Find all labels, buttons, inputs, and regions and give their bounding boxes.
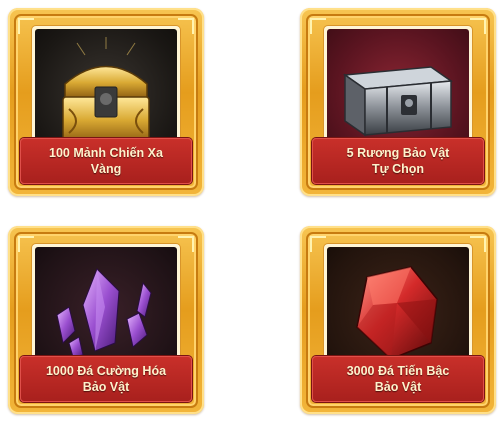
reward-label-banner: 5 Rương Bảo Vật Tự Chọn (312, 138, 484, 184)
reward-label-banner: 3000 Đá Tiến Bậc Bảo Vật (312, 356, 484, 402)
reward-label: 100 Mảnh Chiến Xa Vàng (49, 146, 163, 176)
reward-card-enhance-stones[interactable]: 1000 Đá Cường Hóa Bảo Vật (8, 226, 204, 414)
reward-card-upgrade-stones[interactable]: 3000 Đá Tiến Bậc Bảo Vật (300, 226, 496, 414)
reward-label-banner: 100 Mảnh Chiến Xa Vàng (20, 138, 192, 184)
reward-grid: 100 Mảnh Chiến Xa Vàng 5 Rương Bảo Vật T… (0, 0, 500, 422)
reward-label: 1000 Đá Cường Hóa Bảo Vật (45, 364, 167, 394)
corner-ornament (470, 236, 486, 252)
reward-label: 5 Rương Bảo Vật Tự Chọn (346, 146, 450, 176)
reward-card-gold-chariot-shards[interactable]: 100 Mảnh Chiến Xa Vàng (8, 8, 204, 196)
corner-ornament (178, 236, 194, 252)
corner-ornament (470, 18, 486, 34)
reward-label-banner: 1000 Đá Cường Hóa Bảo Vật (20, 356, 192, 402)
reward-card-treasure-chest-select[interactable]: 5 Rương Bảo Vật Tự Chọn (300, 8, 496, 196)
corner-ornament (178, 18, 194, 34)
reward-label: 3000 Đá Tiến Bậc Bảo Vật (346, 364, 450, 394)
